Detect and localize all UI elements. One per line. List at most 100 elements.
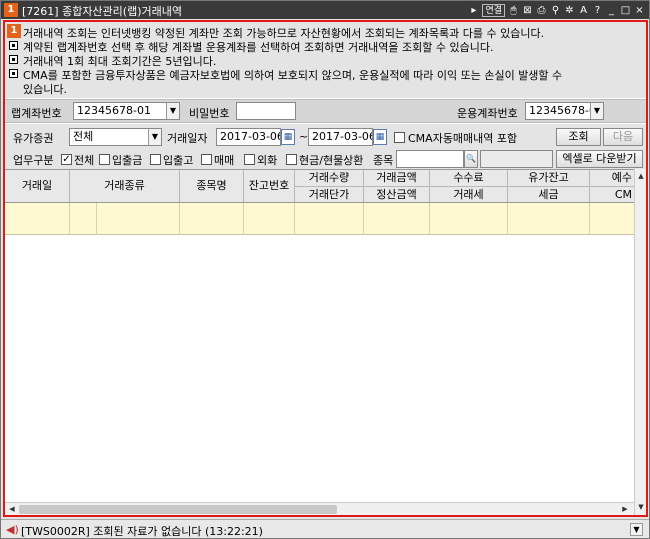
securities-label: 유가증권 [13, 132, 54, 145]
search-icon[interactable]: 🔍 [464, 150, 478, 168]
trade-date-label: 거래일자 [167, 132, 208, 145]
notice-line-5: 있습니다. [23, 83, 67, 96]
table-cell[interactable] [70, 203, 97, 235]
check-all-checkbox[interactable]: ✓ [61, 154, 72, 165]
table-cell[interactable] [430, 203, 508, 235]
deposit-withdraw-checkbox[interactable] [99, 154, 110, 165]
table-row[interactable] [5, 203, 634, 235]
font-icon[interactable]: A [578, 4, 589, 17]
table-cell[interactable] [5, 203, 70, 235]
col-fee[interactable]: 수수료 [430, 170, 508, 186]
deposit-withdraw-label: 입출금 [112, 154, 143, 167]
col-deposit[interactable]: 예수 [590, 170, 634, 186]
col-tax[interactable]: 세금 [508, 187, 590, 202]
print-icon[interactable]: ⎙ [536, 4, 547, 17]
notice-panel: 1 거래내역 조회는 인터넷뱅킹 약정된 계좌만 조회 가능하므로 자산현황에서… [5, 22, 646, 98]
chevron-down-icon[interactable]: ▼ [166, 103, 179, 119]
chevron-down-icon[interactable]: ▼ [590, 103, 603, 119]
table-cell[interactable] [508, 203, 590, 235]
speaker-icon: ◀) [6, 523, 19, 536]
bullet-icon [9, 41, 18, 50]
fx-checkbox[interactable] [244, 154, 255, 165]
maximize-icon[interactable]: □ [620, 4, 631, 17]
minimize-icon[interactable]: _ [606, 4, 617, 17]
col-trade-type[interactable]: 거래종류 [70, 170, 180, 202]
scroll-up-icon[interactable]: ▲ [636, 170, 646, 182]
operating-account-label: 운용계좌번호 [457, 107, 518, 120]
date-from-field[interactable]: 2017-03-06 [216, 128, 281, 146]
close-icon[interactable]: × [634, 4, 645, 17]
table-cell[interactable] [295, 203, 364, 235]
stock-field[interactable] [396, 150, 464, 168]
scroll-right-icon[interactable]: ▶ [619, 503, 631, 515]
next-button[interactable]: 다음 [603, 128, 643, 146]
col-trade-date[interactable]: 거래일 [5, 170, 70, 202]
col-unit-price[interactable]: 거래단가 [295, 187, 364, 202]
cash-redemption-label: 현금/현물상환 [299, 154, 364, 167]
window-title: [7261] 종합자산관리(랩)거래내역 [22, 5, 182, 18]
table-cell[interactable] [180, 203, 244, 235]
bullet-icon [9, 55, 18, 64]
arrow-right-icon[interactable]: ▸ [468, 4, 479, 17]
vertical-scrollbar[interactable]: ▲ ▼ [634, 169, 646, 515]
trade-label: 매매 [214, 154, 235, 167]
status-message: [TWS0002R] 조회된 자료가 없습니다 (13:22:21) [21, 525, 263, 538]
wrap-account-label: 랩계좌번호 [11, 107, 62, 120]
horizontal-scrollbar[interactable]: ◀ ▶ [5, 502, 634, 515]
calendar-icon[interactable]: ▦ [281, 129, 295, 145]
scroll-left-icon[interactable]: ◀ [6, 503, 18, 515]
scroll-down-icon[interactable]: ▼ [636, 501, 646, 513]
business-type-label: 업무구분 [13, 154, 54, 167]
filter-panel: 유가증권 전체 ▼ 거래일자 2017-03-06 ▦ ~ 2017-03-06… [5, 124, 646, 170]
date-to-field[interactable]: 2017-03-06 [308, 128, 373, 146]
status-bar: ◀) [TWS0002R] 조회된 자료가 없습니다 (13:22:21) ▼ [1, 519, 649, 538]
notice-line-4: CMA를 포함한 금융투자상품은 예금자보호법에 의하여 보호되지 않으며, 운… [23, 69, 563, 82]
cma-include-label: CMA자동매매내역 포함 [408, 132, 518, 145]
col-balance-no[interactable]: 잔고번호 [244, 170, 295, 202]
col-trade-tax[interactable]: 거래세 [430, 187, 508, 202]
window: 1 [7261] 종합자산관리(랩)거래내역 ▸ 연결 🖱 ⊠ ⎙ ⚲ ✲ A … [0, 0, 650, 539]
operating-account-select[interactable]: 12345678-01 ▼ [525, 102, 604, 120]
chevron-down-icon[interactable]: ▼ [630, 523, 643, 536]
securities-value: 전체 [73, 130, 94, 143]
table-cell[interactable] [364, 203, 430, 235]
col-cma[interactable]: CM [590, 187, 634, 202]
in-out-label: 입출고 [163, 154, 194, 167]
excel-download-button[interactable]: 엑셀로 다운받기 [556, 150, 643, 168]
col-securities-balance[interactable]: 유가잔고 [508, 170, 590, 186]
securities-select[interactable]: 전체 ▼ [69, 128, 162, 146]
help-icon[interactable]: ? [592, 4, 603, 17]
col-stock-name[interactable]: 종목명 [180, 170, 244, 202]
table-cell[interactable] [244, 203, 295, 235]
date-separator: ~ [299, 130, 309, 143]
link-icon[interactable]: 연결 [482, 3, 505, 17]
col-trade-amount[interactable]: 거래금액 [364, 170, 430, 186]
stock-name-display [480, 150, 553, 168]
pin-icon[interactable]: ⚲ [550, 4, 561, 17]
in-out-checkbox[interactable] [150, 154, 161, 165]
stock-label: 종목 [373, 154, 394, 167]
col-trade-qty[interactable]: 거래수량 [295, 170, 364, 186]
info-badge-icon: 1 [7, 24, 21, 38]
scroll-thumb[interactable] [19, 505, 337, 514]
title-bar-icons: ▸ 연결 🖱 ⊠ ⎙ ⚲ ✲ A ? _ □ × [468, 3, 645, 17]
chevron-down-icon[interactable]: ▼ [148, 129, 161, 145]
wrap-account-value: 12345678-01 [77, 104, 151, 117]
col-settlement-amount[interactable]: 정산금액 [364, 187, 430, 202]
trade-checkbox[interactable] [201, 154, 212, 165]
calendar-icon[interactable]: ▦ [373, 129, 387, 145]
mouse-icon[interactable]: 🖱 [508, 4, 519, 17]
query-button[interactable]: 조회 [556, 128, 601, 146]
password-field[interactable] [236, 102, 296, 120]
window-icon[interactable]: ⊠ [522, 4, 533, 17]
gear-icon[interactable]: ✲ [564, 4, 575, 17]
content-frame: 1 거래내역 조회는 인터넷뱅킹 약정된 계좌만 조회 가능하므로 자산현황에서… [3, 20, 648, 517]
title-bar: 1 [7261] 종합자산관리(랩)거래내역 ▸ 연결 🖱 ⊠ ⎙ ⚲ ✲ A … [1, 1, 649, 19]
wrap-account-select[interactable]: 12345678-01 ▼ [73, 102, 180, 120]
app-icon: 1 [4, 3, 18, 17]
cash-redemption-checkbox[interactable] [286, 154, 297, 165]
table-cell[interactable] [97, 203, 180, 235]
account-row: 랩계좌번호 12345678-01 ▼ 비밀번호 운용계좌번호 12345678… [5, 99, 646, 123]
cma-include-checkbox[interactable] [394, 132, 405, 143]
table-cell[interactable] [590, 203, 634, 235]
